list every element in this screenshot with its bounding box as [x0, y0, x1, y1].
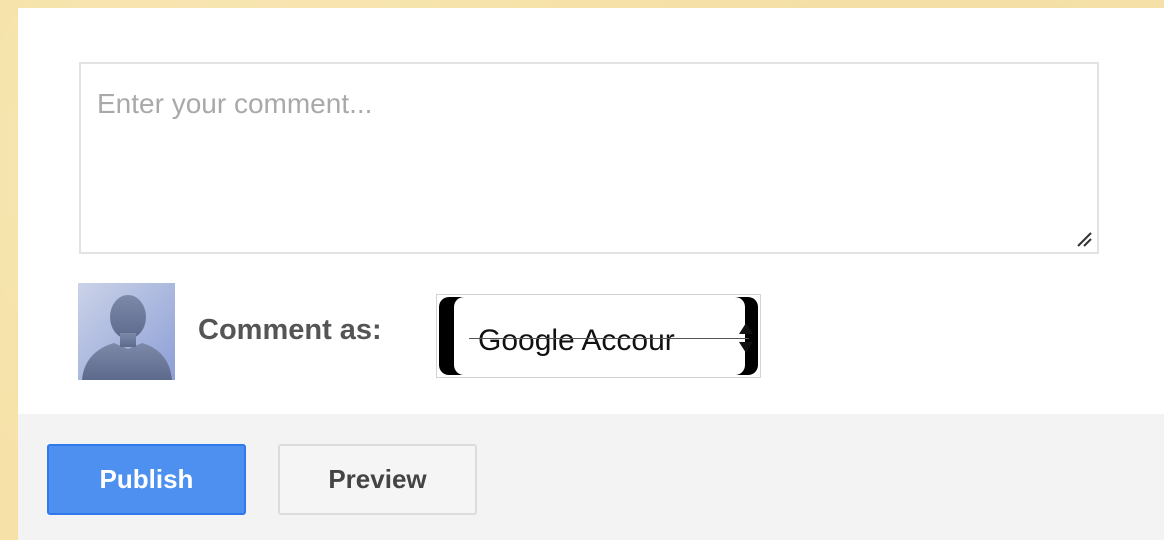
comment-textarea[interactable]: Enter your comment... — [79, 62, 1099, 254]
account-select-frame: Google Accour — [439, 297, 758, 375]
resize-handle-icon[interactable] — [1075, 230, 1093, 248]
account-select-value: Google Accour — [478, 324, 675, 357]
account-select[interactable]: Google Accour — [436, 294, 761, 378]
publish-button[interactable]: Publish — [47, 444, 246, 515]
comment-placeholder: Enter your comment... — [97, 88, 373, 119]
preview-button[interactable]: Preview — [278, 444, 477, 515]
select-arrows-icon[interactable] — [736, 321, 756, 355]
comment-as-label: Comment as: — [198, 314, 382, 346]
account-select-face[interactable]: Google Accour — [454, 297, 753, 375]
select-strike-line — [469, 338, 749, 339]
default-avatar-icon — [78, 283, 175, 380]
avatar — [78, 283, 175, 380]
